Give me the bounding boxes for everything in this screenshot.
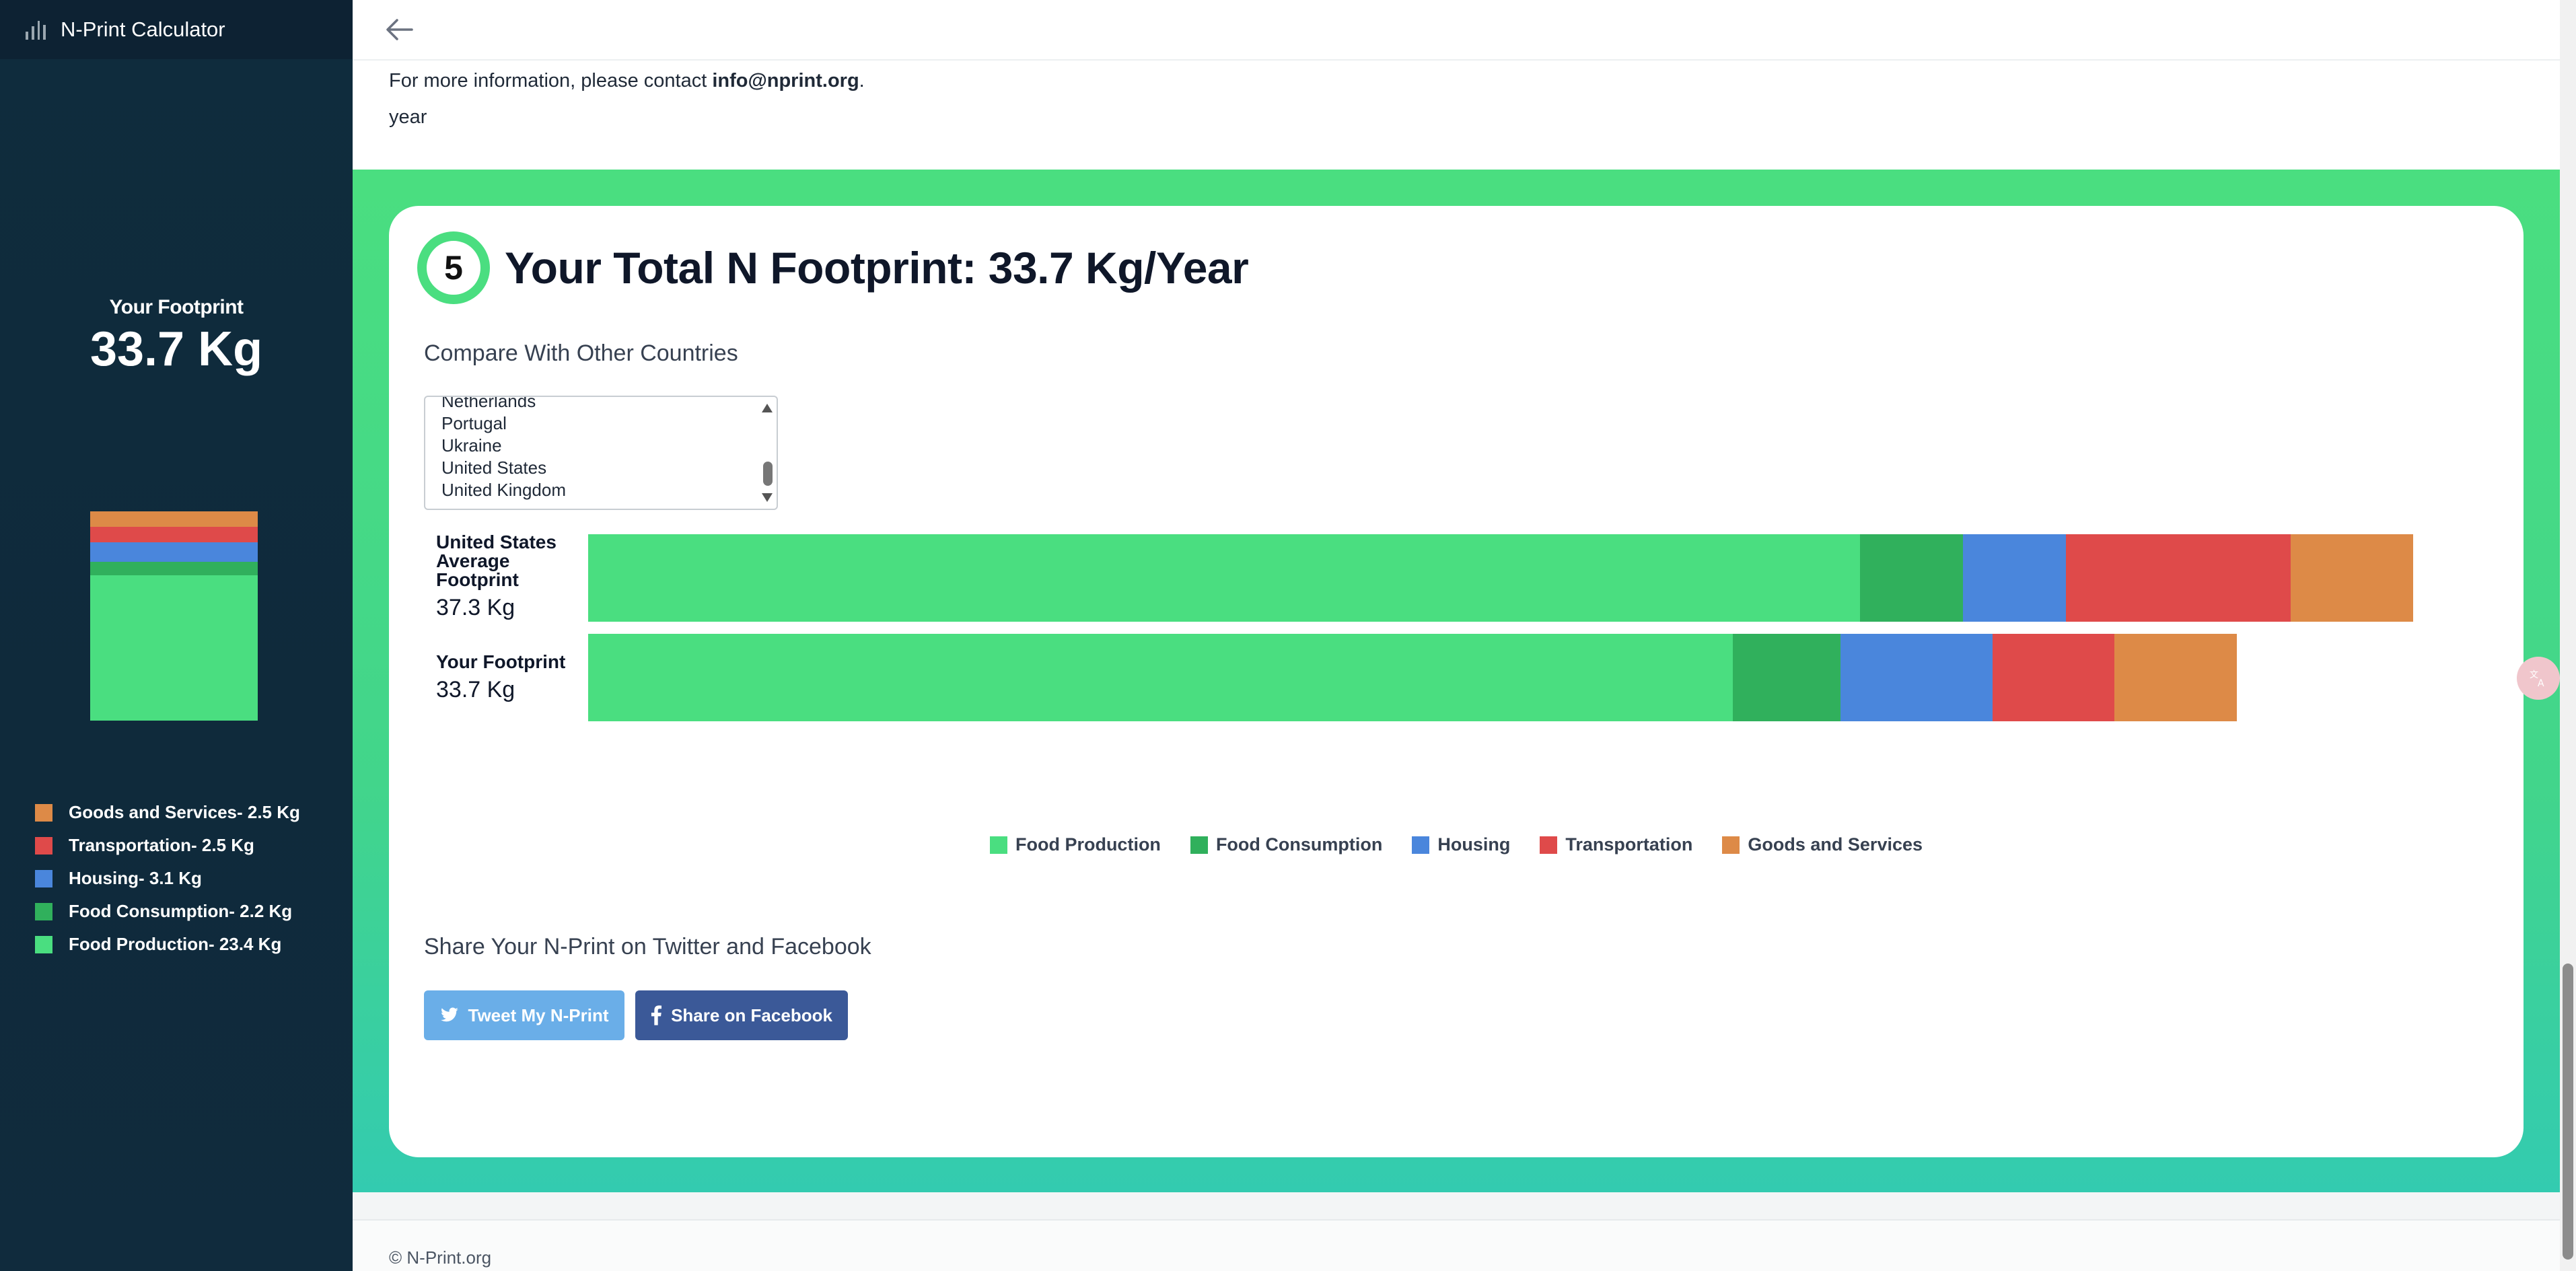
bar-segment[interactable]	[588, 634, 1733, 721]
copyright: © N-Print.org	[389, 1247, 492, 1268]
legend-swatch	[35, 902, 52, 920]
mini-bar-segment	[90, 511, 258, 528]
legend-label: Goods and Services- 2.5 Kg	[69, 802, 300, 822]
facebook-icon	[651, 1005, 662, 1025]
chart-legend-item[interactable]: Transportation	[1540, 834, 1692, 855]
tweet-button[interactable]: Tweet My N-Print	[424, 990, 624, 1040]
bar-category-label: Your Footprint	[436, 651, 566, 672]
bar-segment[interactable]	[2114, 634, 2238, 721]
contact-email[interactable]: info@nprint.org	[712, 70, 859, 92]
footer: © N-Print.org	[353, 1192, 2560, 1271]
contact-info: For more information, please contact inf…	[389, 70, 865, 92]
legend-swatch	[1722, 836, 1740, 854]
sidebar-header: N-Print Calculator	[0, 0, 353, 59]
country-option[interactable]: Ukraine	[425, 435, 777, 457]
total-footprint-title: Your Total N Footprint: 33.7 Kg/Year	[505, 243, 1249, 293]
bar-segment[interactable]	[1963, 534, 2066, 622]
legend-swatch	[989, 836, 1007, 854]
legend-label: Food Production- 23.4 Kg	[69, 934, 282, 954]
bar-segment[interactable]	[588, 534, 1861, 622]
legend-swatch	[35, 836, 52, 855]
scroll-up-icon[interactable]	[762, 404, 773, 412]
translate-icon[interactable]: 文A	[2517, 657, 2560, 700]
bar-total-value: 33.7 Kg	[436, 677, 515, 702]
bar-total-value: 37.3 Kg	[436, 595, 515, 620]
list-scrollbar-thumb[interactable]	[763, 462, 773, 486]
back-arrow-icon[interactable]	[385, 16, 415, 43]
footer-bar: © N-Print.org	[353, 1219, 2560, 1271]
legend-series-name: Food Production	[1015, 834, 1161, 855]
compare-label: Compare With Other Countries	[424, 340, 738, 366]
legend-label: Transportation- 2.5 Kg	[69, 835, 254, 855]
sidebar-legend-item: Food Consumption- 2.2 Kg	[35, 895, 300, 928]
bar-segment[interactable]	[1840, 634, 1993, 721]
bar-segment[interactable]	[1992, 634, 2115, 721]
facebook-label: Share on Facebook	[671, 1005, 832, 1025]
svg-text:A: A	[2538, 678, 2544, 688]
footprint-label: Your Footprint	[109, 296, 244, 318]
legend-series-name: Transportation	[1565, 834, 1693, 855]
footprint-value: 33.7 Kg	[90, 322, 263, 376]
legend-swatch	[1190, 836, 1208, 854]
stacked-bar	[588, 534, 2413, 622]
tweet-label: Tweet My N-Print	[468, 1005, 609, 1025]
share-title: Share Your N-Print on Twitter and Facebo…	[424, 934, 871, 959]
legend-swatch	[35, 803, 52, 822]
sidebar-legend: Goods and Services- 2.5 Kg Transportation…	[35, 796, 300, 961]
sidebar-legend-item: Transportation- 2.5 Kg	[35, 829, 300, 862]
chart-legend-item[interactable]: Food Production	[989, 834, 1161, 855]
country-option[interactable]: United Kingdom	[425, 479, 777, 501]
result-card: 5 Your Total N Footprint: 33.7 Kg/Year C…	[389, 206, 2524, 1157]
legend-series-name: Goods and Services	[1748, 834, 1923, 855]
year-label: year	[389, 106, 427, 128]
chart-legend: Food Production Food Consumption Housing Tr…	[389, 834, 2524, 855]
legend-series-name: Housing	[1437, 834, 1511, 855]
sidebar-stacked-bar	[90, 511, 258, 721]
facebook-share-button[interactable]: Share on Facebook	[635, 990, 848, 1040]
contact-prefix: For more information, please contact	[389, 70, 713, 92]
twitter-icon	[440, 1007, 459, 1023]
app-title: N-Print Calculator	[61, 17, 225, 41]
country-option[interactable]: United States	[425, 457, 777, 479]
legend-label: Housing- 3.1 Kg	[69, 868, 202, 888]
stacked-bar	[588, 634, 2238, 721]
bar-chart-icon	[26, 20, 46, 40]
page-scrollbar-thumb[interactable]	[2563, 964, 2573, 1260]
legend-swatch	[1540, 836, 1558, 854]
mini-bar-segment	[90, 561, 258, 576]
sidebar-legend-item: Housing- 3.1 Kg	[35, 862, 300, 895]
chart-legend-item[interactable]: Housing	[1412, 834, 1510, 855]
sidebar-footprint: Your Footprint 33.7 Kg	[0, 296, 353, 377]
top-bar	[353, 0, 2560, 61]
sidebar-legend-item: Food Production- 23.4 Kg	[35, 928, 300, 961]
mini-bar-segment	[90, 575, 258, 721]
bar-segment[interactable]	[1860, 534, 1964, 622]
legend-swatch	[35, 935, 52, 953]
country-option[interactable]: Netherlands	[425, 397, 777, 412]
legend-label: Food Consumption- 2.2 Kg	[69, 901, 293, 921]
bar-segment[interactable]	[2065, 534, 2291, 622]
mini-bar-segment	[90, 527, 258, 543]
legend-series-name: Food Consumption	[1215, 834, 1383, 855]
bar-segment[interactable]	[2291, 534, 2413, 622]
step-number: 5	[417, 231, 490, 304]
sidebar: N-Print Calculator Your Footprint 33.7 K…	[0, 0, 353, 1271]
bar-segment[interactable]	[1733, 634, 1841, 721]
legend-swatch	[35, 869, 52, 887]
scroll-down-icon[interactable]	[762, 493, 773, 502]
legend-swatch	[1412, 836, 1430, 854]
chart-legend-item[interactable]: Goods and Services	[1722, 834, 1923, 855]
mini-bar-segment	[90, 542, 258, 562]
chart-legend-item[interactable]: Food Consumption	[1190, 834, 1382, 855]
country-option[interactable]: Portugal	[425, 412, 777, 435]
contact-suffix: .	[859, 70, 865, 92]
bar-category-label: United States Average Footprint	[436, 532, 557, 590]
sidebar-legend-item: Goods and Services- 2.5 Kg	[35, 796, 300, 829]
country-select[interactable]: Netherlands Portugal Ukraine United States U…	[424, 396, 778, 510]
